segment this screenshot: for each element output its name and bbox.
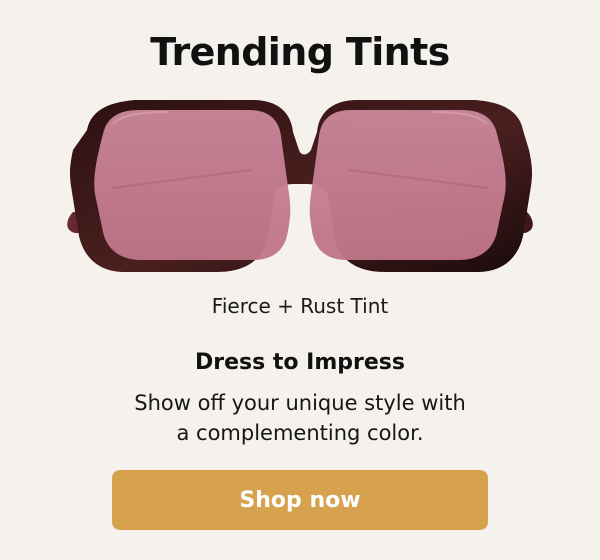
promo-body: Show off your unique style with a comple…: [100, 388, 500, 448]
promo-body-line-2: a complementing color.: [176, 421, 424, 445]
shop-now-button[interactable]: Shop now: [112, 470, 488, 530]
left-lens: [94, 110, 291, 260]
headline: Dress to Impress: [195, 350, 405, 375]
right-lens: [309, 110, 506, 260]
product-name[interactable]: Fierce + Rust Tint: [0, 292, 600, 320]
promo-body-line-1: Show off your unique style with: [134, 391, 466, 415]
promo-title: Trending Tints: [150, 30, 450, 74]
promo-card: Trending Tints Fierce + Rust Tint Dress …: [0, 0, 600, 560]
sunglasses-image[interactable]: [55, 92, 545, 282]
